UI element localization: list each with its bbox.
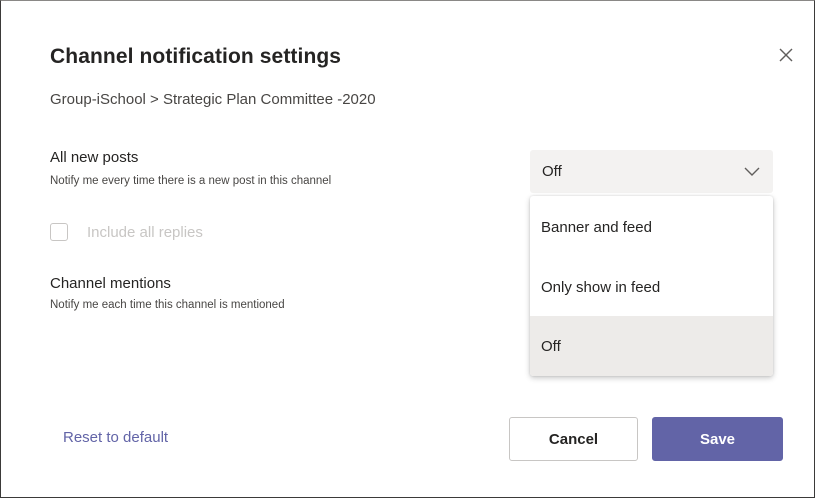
cancel-button[interactable]: Cancel bbox=[509, 417, 638, 461]
option-only-show-in-feed[interactable]: Only show in feed bbox=[530, 258, 773, 316]
include-replies-row: Include all replies bbox=[50, 223, 203, 241]
notification-settings-dialog: Channel notification settings Group-iSch… bbox=[0, 0, 815, 498]
all-posts-title: All new posts bbox=[50, 149, 139, 166]
mentions-description: Notify me each time this channel is ment… bbox=[50, 299, 285, 311]
include-replies-label: Include all replies bbox=[87, 223, 203, 241]
all-posts-description: Notify me every time there is a new post… bbox=[50, 175, 332, 187]
reset-to-default-link[interactable]: Reset to default bbox=[63, 429, 168, 446]
chevron-down-icon bbox=[743, 163, 761, 179]
include-replies-checkbox[interactable] bbox=[50, 223, 68, 241]
close-icon[interactable] bbox=[776, 45, 796, 65]
save-button[interactable]: Save bbox=[652, 417, 783, 461]
option-banner-and-feed[interactable]: Banner and feed bbox=[530, 196, 773, 258]
dropdown-selected-value: Off bbox=[542, 163, 562, 180]
dialog-title: Channel notification settings bbox=[50, 45, 342, 68]
all-posts-dropdown[interactable]: Off bbox=[530, 150, 773, 193]
dropdown-menu: Banner and feed Only show in feed Off bbox=[530, 196, 773, 376]
breadcrumb: Group-iSchool > Strategic Plan Committee… bbox=[50, 91, 376, 108]
option-off[interactable]: Off bbox=[530, 316, 773, 376]
mentions-title: Channel mentions bbox=[50, 275, 171, 292]
